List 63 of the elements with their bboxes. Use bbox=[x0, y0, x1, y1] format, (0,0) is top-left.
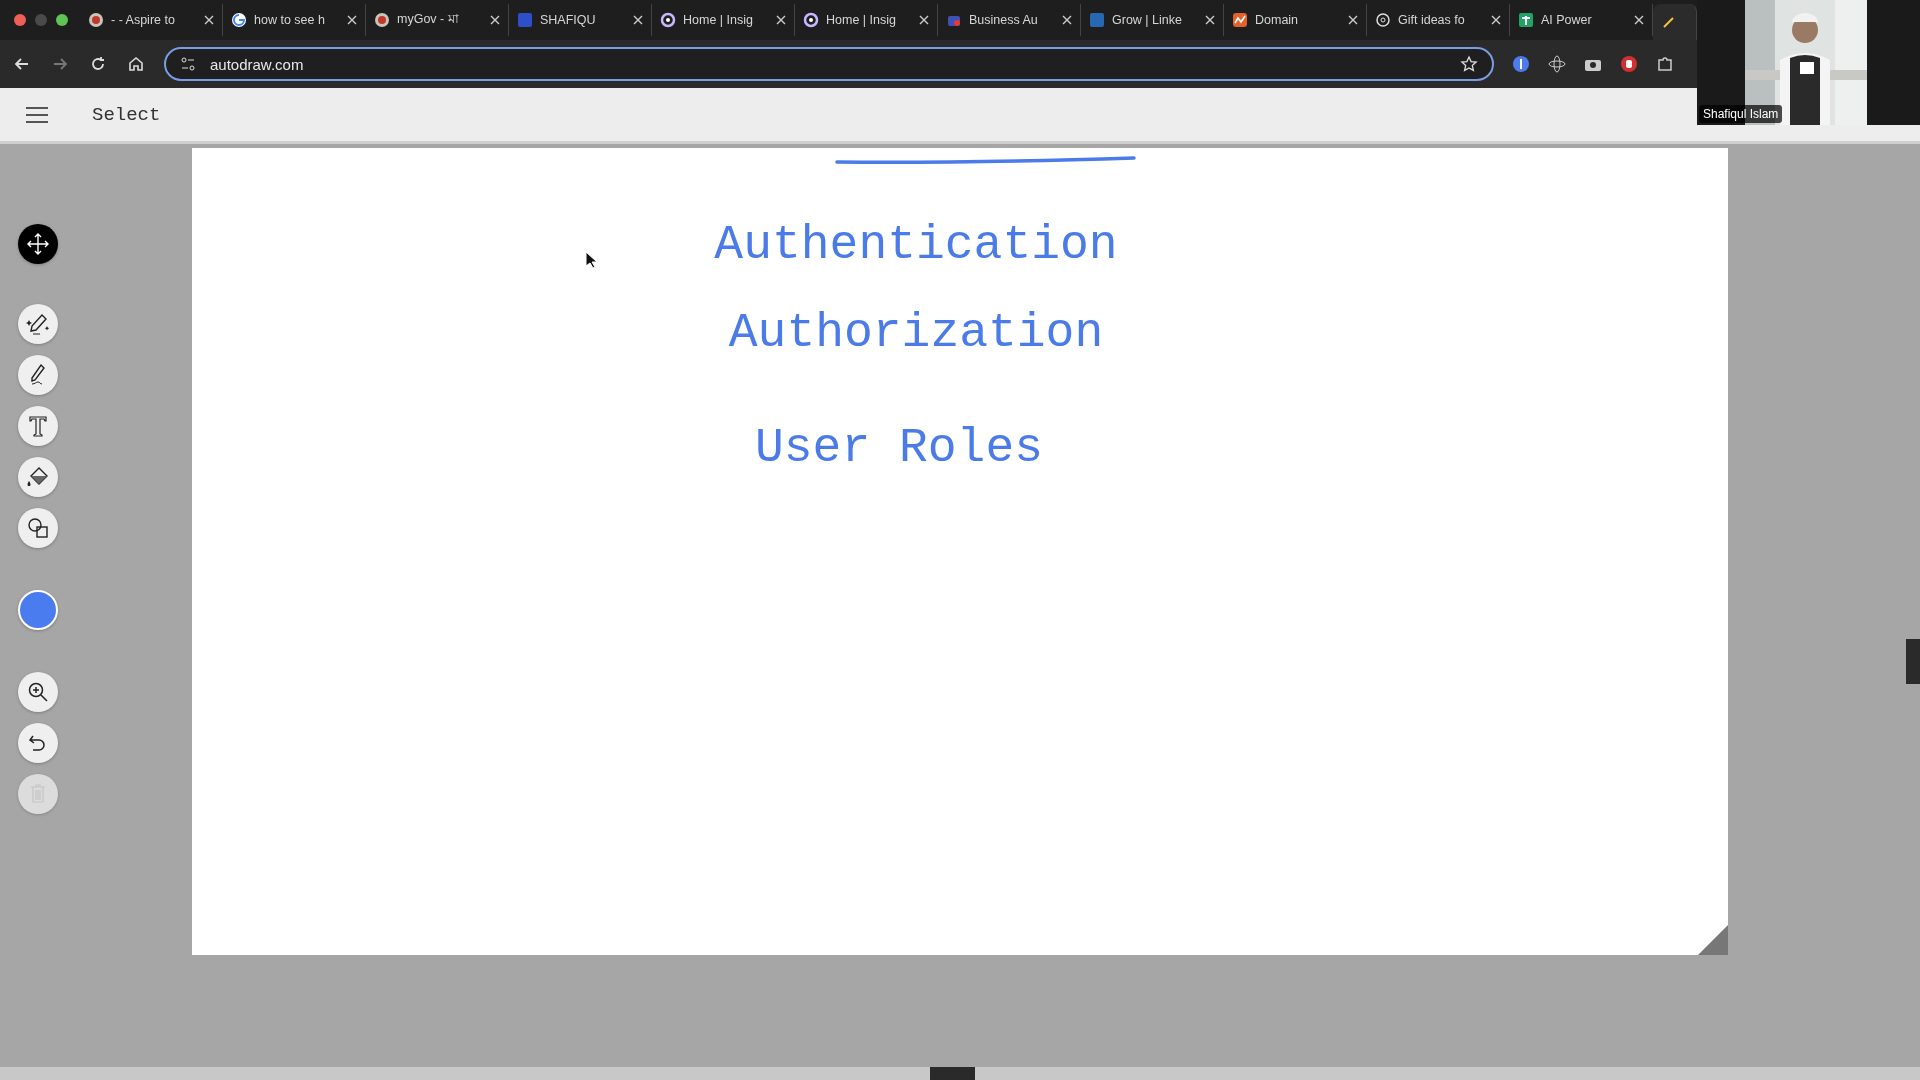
browser-tab[interactable]: SHAFIQU bbox=[509, 4, 652, 36]
tab-favicon-icon bbox=[1661, 14, 1677, 30]
move-tool-button[interactable] bbox=[18, 224, 58, 264]
tab-favicon-icon bbox=[660, 12, 676, 28]
tab-favicon-icon bbox=[1232, 12, 1248, 28]
tab-favicon-icon bbox=[231, 12, 247, 28]
menu-icon[interactable] bbox=[26, 105, 48, 124]
color-swatch-button[interactable] bbox=[18, 590, 58, 630]
undo-button[interactable] bbox=[18, 723, 58, 763]
close-icon[interactable] bbox=[1205, 15, 1215, 25]
browser-tab[interactable]: - - Aspire to bbox=[80, 4, 223, 36]
close-window-button[interactable] bbox=[14, 14, 26, 26]
text-tool-button[interactable] bbox=[18, 406, 58, 446]
extension-icon[interactable] bbox=[1512, 55, 1530, 73]
horizontal-scrollbar[interactable] bbox=[0, 1067, 1920, 1080]
atom-icon[interactable] bbox=[1548, 55, 1566, 73]
browser-tab[interactable]: AI Power bbox=[1510, 4, 1653, 36]
close-icon[interactable] bbox=[1348, 15, 1358, 25]
close-icon[interactable] bbox=[919, 15, 929, 25]
canvas-text: Authorization bbox=[728, 306, 1104, 360]
mode-label: Select bbox=[92, 103, 161, 126]
canvas-text: User Roles bbox=[755, 421, 1043, 475]
tab-favicon-icon bbox=[803, 12, 819, 28]
tab-favicon-icon bbox=[374, 12, 390, 28]
drawing-canvas[interactable]: Authentication Authorization User Roles bbox=[192, 148, 1728, 955]
shape-tool-button[interactable] bbox=[18, 508, 58, 548]
browser-tab[interactable]: Business Au bbox=[938, 4, 1081, 36]
tab-favicon-icon bbox=[517, 12, 533, 28]
tab-favicon-icon bbox=[88, 12, 104, 28]
tab-favicon-icon bbox=[1089, 12, 1105, 28]
browser-tab[interactable]: Gift ideas fo bbox=[1367, 4, 1510, 36]
zoom-button[interactable] bbox=[18, 672, 58, 712]
cursor-icon bbox=[585, 251, 597, 269]
resize-handle[interactable] bbox=[1698, 925, 1728, 955]
autodraw-tool-button[interactable] bbox=[18, 304, 58, 344]
close-icon[interactable] bbox=[347, 15, 357, 25]
pencil-tool-button[interactable] bbox=[18, 355, 58, 395]
close-icon[interactable] bbox=[1062, 15, 1072, 25]
browser-tab[interactable]: Domain bbox=[1224, 4, 1367, 36]
site-settings-icon[interactable] bbox=[180, 56, 196, 72]
close-icon[interactable] bbox=[1491, 15, 1501, 25]
close-icon[interactable] bbox=[490, 15, 500, 25]
maximize-window-button[interactable] bbox=[56, 14, 68, 26]
scrollbar-thumb[interactable] bbox=[930, 1067, 975, 1080]
close-icon[interactable] bbox=[1634, 15, 1644, 25]
participant-name: Shafiqul Islam bbox=[1699, 105, 1783, 123]
close-icon[interactable] bbox=[776, 15, 786, 25]
fill-tool-button[interactable] bbox=[18, 457, 58, 497]
canvas-text: Authentication bbox=[714, 218, 1118, 272]
browser-tab[interactable]: how to see h bbox=[223, 4, 366, 36]
tab-favicon-icon bbox=[1375, 12, 1391, 28]
home-icon[interactable] bbox=[126, 54, 146, 74]
browser-tab[interactable]: myGov - মা bbox=[366, 4, 509, 36]
browser-tab[interactable]: Home | Insig bbox=[652, 4, 795, 36]
tab-favicon-icon bbox=[1518, 12, 1534, 28]
bookmark-star-icon[interactable] bbox=[1460, 55, 1478, 73]
scrollbar-thumb[interactable] bbox=[1906, 639, 1920, 684]
address-bar[interactable]: autodraw.com bbox=[164, 47, 1494, 81]
browser-tab[interactable]: Home | Insig bbox=[795, 4, 938, 36]
browser-tab[interactable]: Grow | Linke bbox=[1081, 4, 1224, 36]
close-icon[interactable] bbox=[204, 15, 214, 25]
close-icon[interactable] bbox=[633, 15, 643, 25]
puzzle-icon[interactable] bbox=[1656, 55, 1674, 73]
